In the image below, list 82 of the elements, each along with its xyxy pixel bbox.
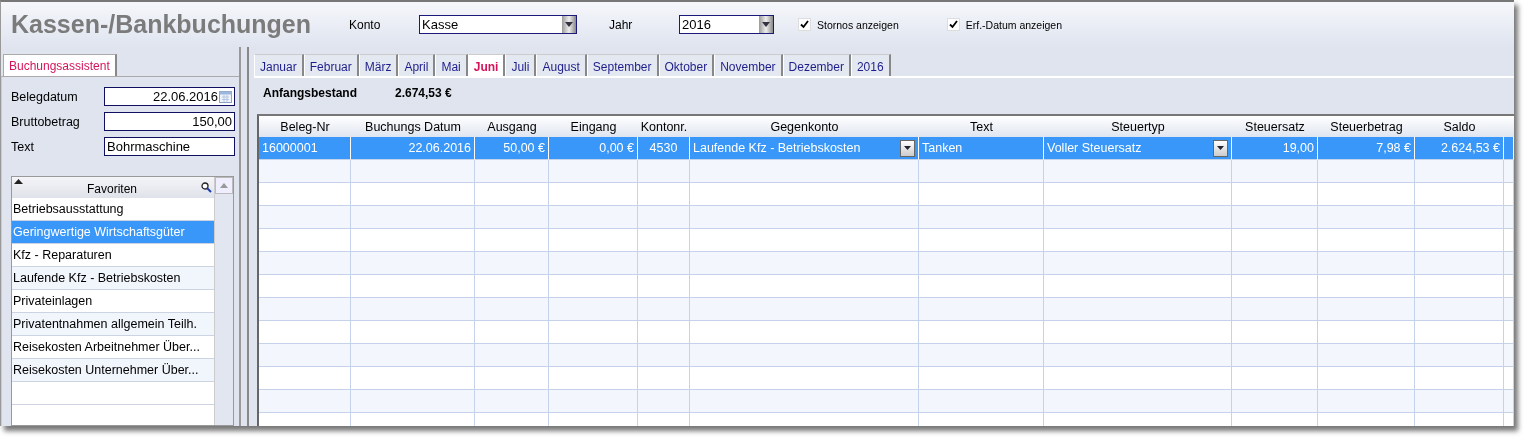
- tab[interactable]: Buchungsassistent: [3, 54, 117, 76]
- table-cell: [638, 229, 690, 252]
- column-header[interactable]: Buchungs Datum: [351, 116, 475, 137]
- table-cell: 22.06.2016: [351, 137, 475, 160]
- balance-label: Anfangsbestand: [263, 86, 358, 100]
- table-cell: [1504, 367, 1514, 390]
- month-tab[interactable]: August: [536, 54, 587, 76]
- table-cell: [1504, 183, 1514, 206]
- column-header[interactable]: Gegenkonto: [690, 116, 919, 137]
- field-label: Bruttobetrag: [11, 114, 81, 129]
- month-tab[interactable]: März: [358, 54, 399, 76]
- table-cell: Tanken: [919, 137, 1044, 160]
- month-tab[interactable]: Mai: [435, 54, 468, 76]
- column-header[interactable]: Saldo: [1415, 116, 1504, 137]
- column-header[interactable]: Eingang: [549, 116, 638, 137]
- table-cell: [1504, 229, 1514, 252]
- field-label: Belegdatum: [11, 89, 79, 104]
- window-title: Kassen-/Bankbuchungen: [11, 10, 313, 39]
- month-tab[interactable]: 2016: [850, 54, 891, 76]
- table-cell: [638, 275, 690, 298]
- column-header[interactable]: Steuersatz: [1232, 116, 1318, 137]
- year-dropdown[interactable]: 2016: [679, 15, 774, 34]
- column-header[interactable]: Text: [919, 116, 1044, 137]
- month-tab[interactable]: September: [586, 54, 659, 76]
- table-cell: [1504, 160, 1514, 183]
- month-tab[interactable]: Juni: [467, 54, 506, 76]
- month-tab[interactable]: November: [714, 54, 783, 76]
- month-tab[interactable]: Januar: [254, 54, 304, 76]
- table-cell: [1504, 321, 1514, 344]
- field-label: Konto: [349, 17, 382, 32]
- table-cell: [638, 252, 690, 275]
- column-header[interactable]: Steuerbetrag: [1318, 116, 1415, 137]
- month-tab[interactable]: April: [398, 54, 436, 76]
- column-header: Favoriten: [86, 181, 138, 196]
- list-item[interactable]: Reisekosten Unternehmer Über...: [12, 359, 214, 382]
- input-field[interactable]: 150,00: [104, 112, 235, 131]
- month-tab[interactable]: Juli: [505, 54, 537, 76]
- checkbox-label: Stornos anzeigen: [817, 18, 899, 31]
- table-cell: [638, 321, 690, 344]
- table-cell: [1504, 252, 1514, 275]
- list-item[interactable]: Laufende Kfz - Betriebskosten: [12, 267, 214, 290]
- table-cell: [1504, 137, 1514, 160]
- table-cell: 7,98 €: [1318, 137, 1415, 160]
- table-cell: [638, 344, 690, 367]
- table-cell: [1504, 206, 1514, 229]
- input-field[interactable]: Bohrmaschine: [104, 137, 235, 156]
- table-cell: 2.624,53 €: [1415, 137, 1504, 160]
- field-label: Jahr: [609, 17, 634, 32]
- table-cell: [1504, 390, 1514, 413]
- table-cell: 4530: [638, 137, 690, 160]
- table-cell: [638, 390, 690, 413]
- table-cell: 19,00: [1232, 137, 1318, 160]
- table-cell: [638, 298, 690, 321]
- column-header[interactable]: Beleg-Nr: [259, 116, 351, 137]
- scrollbar[interactable]: [214, 177, 233, 425]
- table-cell: 0,00 €: [549, 137, 638, 160]
- checkbox[interactable]: [946, 18, 960, 31]
- column-header[interactable]: Kontonr.: [638, 116, 690, 137]
- month-tab[interactable]: Oktober: [658, 54, 715, 76]
- checkbox[interactable]: [798, 18, 811, 31]
- table-cell: 50,00 €: [475, 137, 549, 160]
- table-cell: [638, 183, 690, 206]
- column-header[interactable]: Ausgang: [475, 116, 549, 137]
- calendar-icon[interactable]: [219, 90, 232, 103]
- column-header[interactable]: Steuertyp: [1044, 116, 1232, 137]
- search-icon[interactable]: [201, 182, 212, 193]
- table-cell: [638, 367, 690, 390]
- month-tab[interactable]: Dezember: [782, 54, 851, 76]
- checkbox-label: Erf.-Datum anzeigen: [965, 18, 1063, 31]
- table-cell: [638, 206, 690, 229]
- table-cell: 16000001: [259, 137, 351, 160]
- list-item[interactable]: Privatentnahmen allgemein Teilh.: [12, 313, 214, 336]
- table-cell: [1504, 344, 1514, 367]
- table-cell: [1504, 298, 1514, 321]
- field-label: Text: [11, 139, 35, 154]
- date-field[interactable]: 22.06.2016: [104, 87, 235, 106]
- balance-value: 2.674,53 €: [395, 86, 452, 100]
- month-tab[interactable]: Februar: [303, 54, 359, 76]
- sort-arrow-icon[interactable]: [14, 179, 23, 184]
- konto-dropdown[interactable]: Kasse: [419, 15, 577, 34]
- table-cell: [638, 160, 690, 183]
- table-cell: [1504, 275, 1514, 298]
